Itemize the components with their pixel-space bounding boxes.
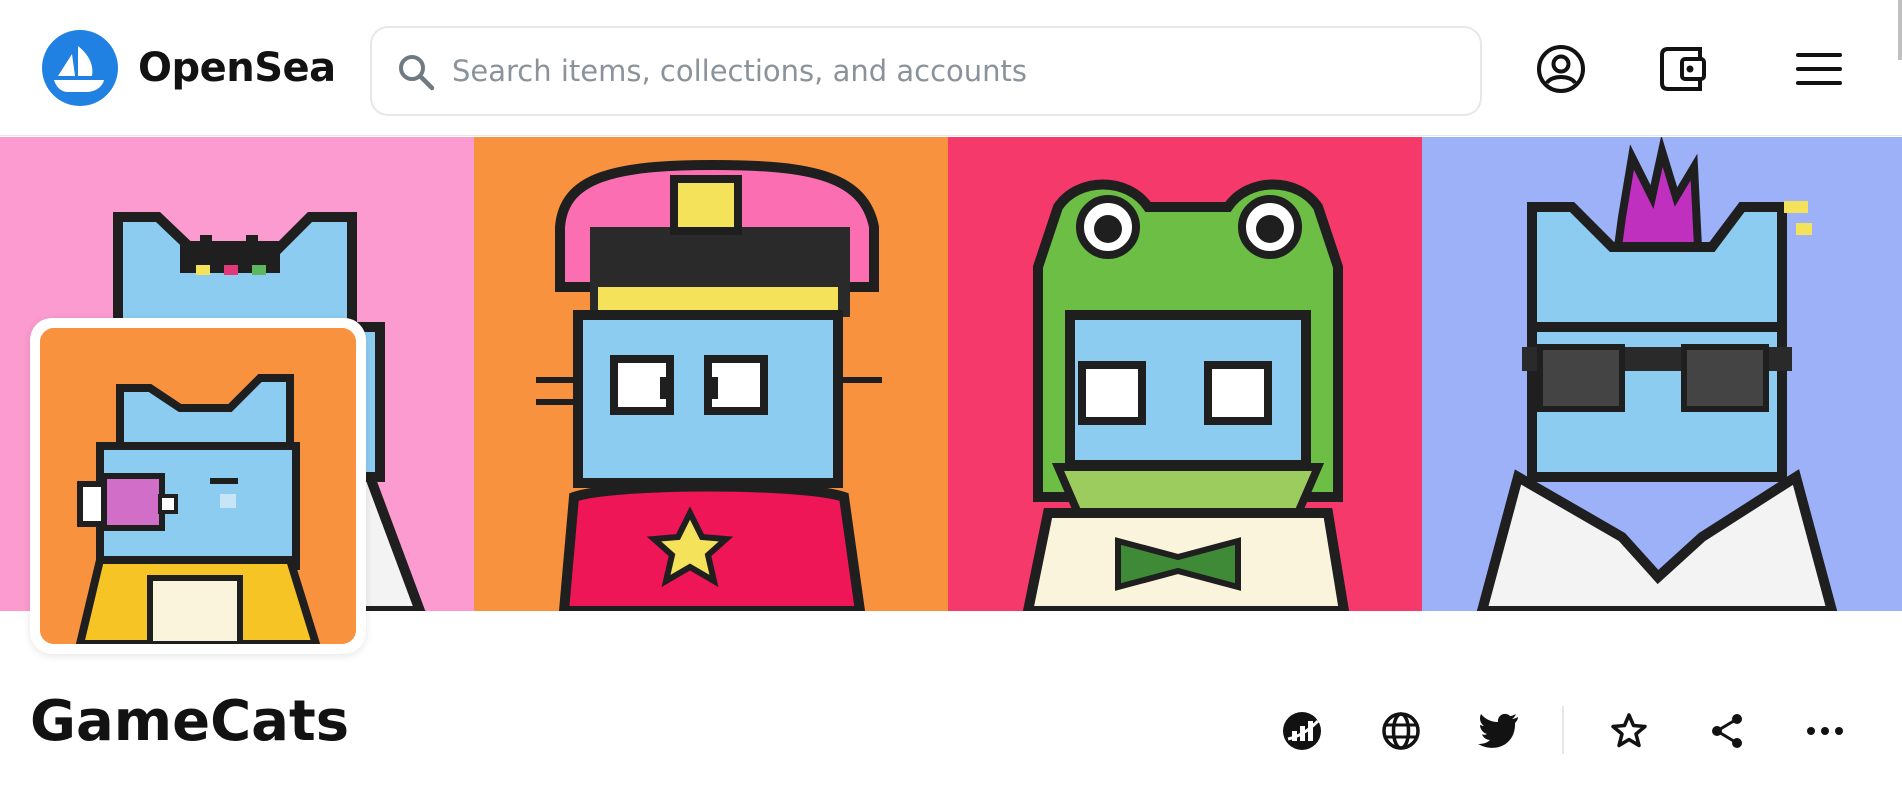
opensea-logo-icon[interactable] (42, 30, 118, 106)
account-button[interactable] (1532, 40, 1590, 98)
search-input[interactable] (452, 28, 1462, 114)
search-bar[interactable] (370, 26, 1482, 116)
activity-button[interactable] (1277, 706, 1327, 756)
more-icon (1807, 727, 1843, 735)
menu-icon (1796, 53, 1842, 85)
collection-title: GameCats (30, 689, 350, 754)
top-navigation-bar: OpenSea (0, 0, 1902, 136)
banner-cat-punk-shades-image (1422, 137, 1902, 611)
cat-punk-shades-art (1476, 137, 1838, 611)
actions-divider (1562, 706, 1564, 754)
collection-avatar[interactable] (30, 318, 366, 654)
brand-name[interactable]: OpenSea (138, 44, 336, 92)
main-menu-button[interactable] (1790, 40, 1848, 98)
watchlist-button[interactable] (1604, 706, 1654, 756)
website-button[interactable] (1376, 706, 1426, 756)
collection-avatar-image (40, 328, 356, 644)
account-icon (1537, 45, 1585, 93)
wallet-icon (1660, 47, 1706, 91)
twitter-button[interactable] (1474, 706, 1524, 756)
more-options-button[interactable] (1800, 706, 1850, 756)
cat-captain-art (536, 159, 882, 611)
share-button[interactable] (1702, 706, 1752, 756)
avatar-cat-art (40, 328, 356, 644)
watchlist-star-icon (1611, 713, 1647, 748)
scrollbar[interactable] (1898, 0, 1902, 60)
banner-cat-frog-hood-image (948, 137, 1422, 611)
twitter-icon (1478, 713, 1518, 748)
wallet-button[interactable] (1653, 40, 1711, 98)
share-icon (1712, 714, 1742, 748)
search-icon (399, 55, 435, 91)
activity-icon (1283, 712, 1321, 750)
banner-cat-captain-image (474, 137, 948, 611)
cat-frog-hood-art (1022, 179, 1350, 611)
website-icon (1382, 712, 1420, 750)
